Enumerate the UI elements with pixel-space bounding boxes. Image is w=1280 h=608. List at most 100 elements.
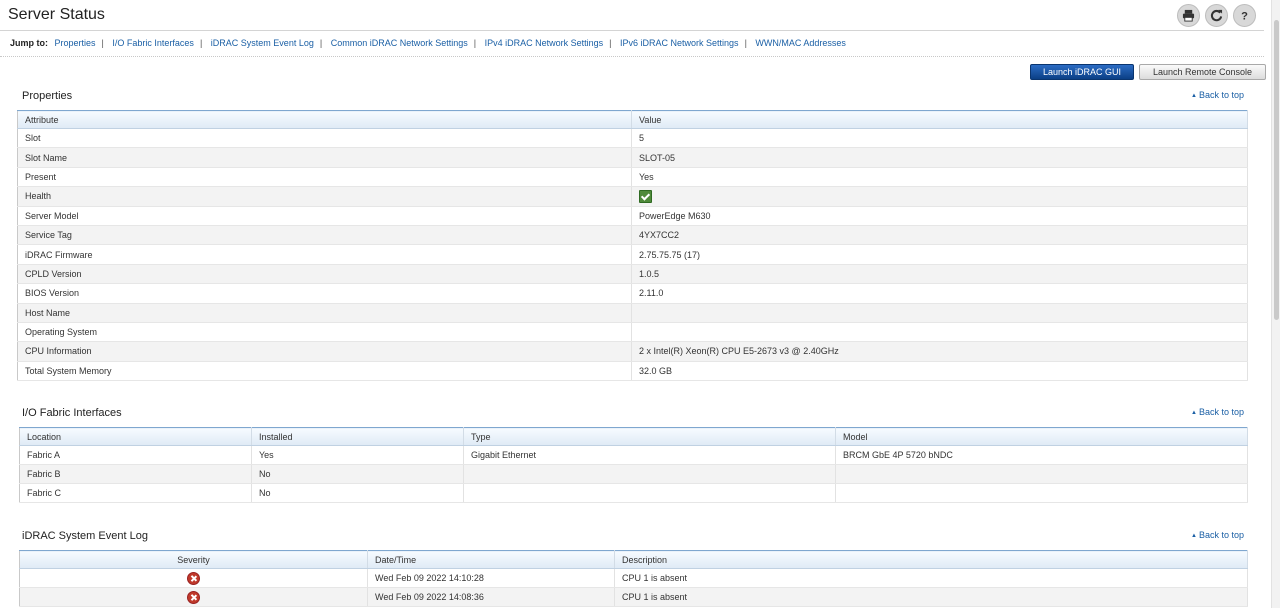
- severity-cell: [19, 587, 368, 607]
- scrollbar-thumb[interactable]: [1274, 20, 1279, 320]
- launch-idrac-gui-button[interactable]: Launch iDRAC GUI: [1030, 64, 1134, 80]
- table-row: Fabric C No: [19, 483, 1248, 503]
- table-row: Slot 5: [17, 128, 1248, 149]
- value-cell: [631, 186, 1248, 207]
- up-triangle-icon: ▲: [1191, 93, 1197, 99]
- up-triangle-icon: ▲: [1191, 533, 1197, 539]
- severity-cell: [19, 568, 368, 588]
- jump-link-event-log[interactable]: iDRAC System Event Log: [211, 38, 314, 48]
- separator: |: [609, 38, 612, 48]
- back-to-top-link[interactable]: ▲ Back to top: [1191, 90, 1244, 100]
- help-icon[interactable]: ?: [1233, 4, 1256, 27]
- column-header[interactable]: Type: [463, 427, 836, 446]
- attribute-cell: iDRAC Firmware: [17, 244, 632, 265]
- description-cell: CPU 1 is absent: [614, 587, 1248, 607]
- value-cell: 1.0.5: [631, 264, 1248, 285]
- page-scrollbar[interactable]: [1271, 0, 1280, 608]
- attribute-cell: BIOS Version: [17, 283, 632, 304]
- separator: |: [101, 38, 104, 48]
- table-row: BIOS Version 2.11.0: [17, 283, 1248, 304]
- back-to-top-link[interactable]: ▲ Back to top: [1191, 407, 1244, 417]
- table-row: CPLD Version 1.0.5: [17, 264, 1248, 285]
- back-to-top-link[interactable]: ▲ Back to top: [1191, 530, 1244, 540]
- divider: [0, 56, 1264, 57]
- value-cell: 2.11.0: [631, 283, 1248, 304]
- separator: |: [199, 38, 203, 48]
- separator: |: [319, 38, 323, 48]
- back-to-top-label: Back to top: [1198, 90, 1244, 100]
- jump-link-properties[interactable]: Properties: [55, 38, 96, 48]
- title-bar: Server Status ?: [0, 0, 1264, 31]
- column-header[interactable]: Severity: [19, 550, 368, 569]
- column-header[interactable]: Model: [835, 427, 1248, 446]
- attribute-cell: Health: [17, 186, 632, 207]
- value-cell: [631, 322, 1248, 343]
- event-log-table: Severity Date/Time Description Wed Feb 0…: [19, 550, 1248, 607]
- table-row: CPU Information 2 x Intel(R) Xeon(R) CPU …: [17, 341, 1248, 362]
- table-row: Total System Memory 32.0 GB: [17, 361, 1248, 382]
- attribute-cell: Slot Name: [17, 147, 632, 168]
- jump-link-io-fabric[interactable]: I/O Fabric Interfaces: [112, 38, 194, 48]
- attribute-cell: Present: [17, 167, 632, 188]
- value-cell: SLOT-05: [631, 147, 1248, 168]
- table-row: Server Model PowerEdge M630: [17, 206, 1248, 226]
- table-row: Service Tag 4YX7CC2: [17, 225, 1248, 246]
- back-to-top-label: Back to top: [1198, 407, 1244, 417]
- value-cell: Yes: [631, 167, 1248, 188]
- installed-cell: No: [251, 464, 464, 484]
- separator: |: [744, 38, 747, 48]
- column-header[interactable]: Installed: [251, 427, 464, 446]
- critical-icon: [187, 571, 200, 585]
- column-header[interactable]: Description: [614, 550, 1248, 569]
- table-row: iDRAC Firmware 2.75.75.75 (17): [17, 244, 1248, 265]
- attribute-cell: Slot: [17, 128, 632, 149]
- io-fabric-title: I/O Fabric Interfaces: [22, 407, 122, 419]
- location-cell: Fabric A: [19, 445, 252, 465]
- type-cell: [463, 483, 836, 503]
- table-row: Fabric A Yes Gigabit Ethernet BRCM GbE 4P 5…: [19, 445, 1248, 465]
- toolbar-icons: ?: [1177, 4, 1256, 27]
- column-header[interactable]: Date/Time: [367, 550, 615, 569]
- attribute-cell: CPLD Version: [17, 264, 632, 285]
- jump-to-bar: Jump to: Properties | I/O Fabric Interfac…: [10, 38, 846, 48]
- table-row: Fabric B No: [19, 464, 1248, 484]
- back-to-top-label: Back to top: [1198, 530, 1244, 540]
- separator: |: [473, 38, 477, 48]
- column-header[interactable]: Value: [631, 110, 1248, 129]
- column-header[interactable]: Attribute: [17, 110, 632, 129]
- type-cell: Gigabit Ethernet: [463, 445, 836, 465]
- table-row: Health: [17, 186, 1248, 207]
- model-cell: [835, 464, 1248, 484]
- value-cell: PowerEdge M630: [631, 206, 1248, 226]
- health-ok-icon: [639, 189, 652, 203]
- jump-link-ipv6[interactable]: IPv6 iDRAC Network Settings: [620, 38, 739, 48]
- table-row: Wed Feb 09 2022 14:08:36 CPU 1 is absent: [19, 587, 1248, 607]
- datetime-cell: Wed Feb 09 2022 14:10:28: [367, 568, 615, 588]
- page-title: Server Status: [8, 6, 105, 23]
- launch-remote-console-button[interactable]: Launch Remote Console: [1139, 64, 1266, 80]
- jump-link-common-network[interactable]: Common iDRAC Network Settings: [331, 38, 468, 48]
- properties-table: Attribute Value Slot 5 Slot Name SLOT-05 P…: [17, 110, 1248, 382]
- value-cell: 4YX7CC2: [631, 225, 1248, 246]
- table-row: Wed Feb 09 2022 14:10:28 CPU 1 is absent: [19, 568, 1248, 588]
- refresh-icon[interactable]: [1205, 4, 1228, 27]
- model-cell: [835, 483, 1248, 503]
- value-cell: 2.75.75.75 (17): [631, 244, 1248, 265]
- model-cell: BRCM GbE 4P 5720 bNDC: [835, 445, 1248, 465]
- print-icon[interactable]: [1177, 4, 1200, 27]
- attribute-cell: Host Name: [17, 303, 632, 323]
- table-row: Slot Name SLOT-05: [17, 147, 1248, 168]
- jump-link-ipv4[interactable]: IPv4 iDRAC Network Settings: [485, 38, 604, 48]
- value-cell: [631, 303, 1248, 323]
- location-cell: Fabric C: [19, 483, 252, 503]
- installed-cell: Yes: [251, 445, 464, 465]
- jump-to-label: Jump to:: [10, 38, 48, 48]
- attribute-cell: Server Model: [17, 206, 632, 226]
- attribute-cell: Total System Memory: [17, 361, 632, 382]
- up-triangle-icon: ▲: [1191, 410, 1197, 416]
- installed-cell: No: [251, 483, 464, 503]
- svg-text:?: ?: [1241, 11, 1248, 22]
- value-cell: 2 x Intel(R) Xeon(R) CPU E5-2673 v3 @ 2.…: [631, 341, 1248, 362]
- column-header[interactable]: Location: [19, 427, 252, 446]
- jump-link-wwn-mac[interactable]: WWN/MAC Addresses: [755, 38, 846, 48]
